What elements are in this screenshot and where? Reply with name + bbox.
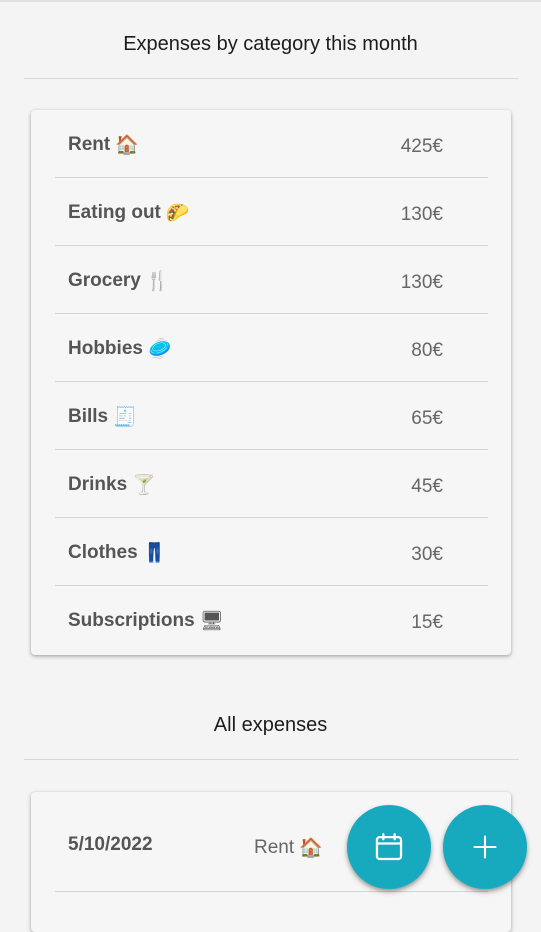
category-label-wrap: Bills 🧾 [68, 406, 137, 428]
category-amount: 30€ [411, 544, 443, 565]
receipt-icon: 🧾 [113, 406, 137, 428]
category-amount: 130€ [400, 204, 443, 225]
monitor-icon: 🖥 [199, 610, 224, 632]
category-label: Rent [68, 134, 111, 155]
house-icon: 🏠 [115, 134, 139, 156]
category-amount: 425€ [400, 136, 443, 157]
category-label: Bills [68, 406, 109, 427]
category-amount: 45€ [411, 476, 443, 497]
house-icon: 🏠 [299, 838, 323, 859]
category-label: Hobbies [68, 338, 143, 359]
category-label-wrap: Rent 🏠 [68, 134, 139, 156]
category-label-wrap: Clothes 👖 [68, 542, 166, 564]
summary-title: Expenses by category this month [123, 33, 418, 55]
jeans-icon: 👖 [142, 542, 167, 564]
category-row-hobbies[interactable]: Hobbies 🥏 80€ [55, 314, 488, 382]
category-label: Drinks [68, 474, 128, 495]
expense-category-wrap: Rent 🏠 [254, 836, 323, 860]
category-row-clothes[interactable]: Clothes 👖 30€ [55, 518, 488, 586]
top-edge [0, 0, 541, 2]
frisbee-icon: 🥏 [147, 338, 172, 360]
category-amount: 65€ [411, 408, 443, 429]
category-row-rent[interactable]: Rent 🏠 425€ [55, 110, 488, 178]
category-summary-card: Rent 🏠 425€ Eating out 🌮 130€ Grocery 🍴 130… [31, 110, 511, 655]
calendar-button[interactable] [347, 805, 431, 889]
category-row-eating-out[interactable]: Eating out 🌮 130€ [55, 178, 488, 246]
category-label-wrap: Drinks 🍸 [68, 474, 156, 496]
category-row-grocery[interactable]: Grocery 🍴 130€ [55, 246, 488, 314]
category-label-wrap: Hobbies 🥏 [68, 338, 172, 360]
category-label: Subscriptions [68, 610, 195, 631]
category-label: Grocery [68, 270, 141, 291]
fork-knife-icon: 🍴 [145, 270, 170, 292]
category-row-drinks[interactable]: Drinks 🍸 45€ [55, 450, 488, 518]
category-row-bills[interactable]: Bills 🧾 65€ [55, 382, 488, 450]
category-label-wrap: Eating out 🌮 [68, 202, 190, 224]
summary-divider [24, 78, 519, 79]
expense-category: Rent [254, 837, 295, 858]
category-amount: 130€ [400, 272, 443, 293]
calendar-icon [375, 833, 403, 861]
expense-list-card: 5/10/2022 Rent 🏠 [31, 792, 511, 932]
add-expense-button[interactable] [443, 805, 527, 889]
category-amount: 80€ [411, 340, 443, 361]
expense-date: 5/10/2022 [68, 834, 153, 855]
expenses-divider [24, 759, 519, 760]
category-label: Clothes [68, 542, 138, 563]
taco-icon: 🌮 [165, 202, 190, 224]
category-amount: 15€ [411, 612, 443, 633]
category-label: Eating out [68, 202, 161, 223]
cocktail-icon: 🍸 [132, 474, 156, 496]
category-label-wrap: Grocery 🍴 [68, 270, 170, 292]
category-label-wrap: Subscriptions 🖥 [68, 610, 224, 632]
expenses-title: All expenses [213, 714, 328, 736]
category-row-subscriptions[interactable]: Subscriptions 🖥 15€ [55, 586, 488, 654]
plus-icon [473, 835, 497, 859]
